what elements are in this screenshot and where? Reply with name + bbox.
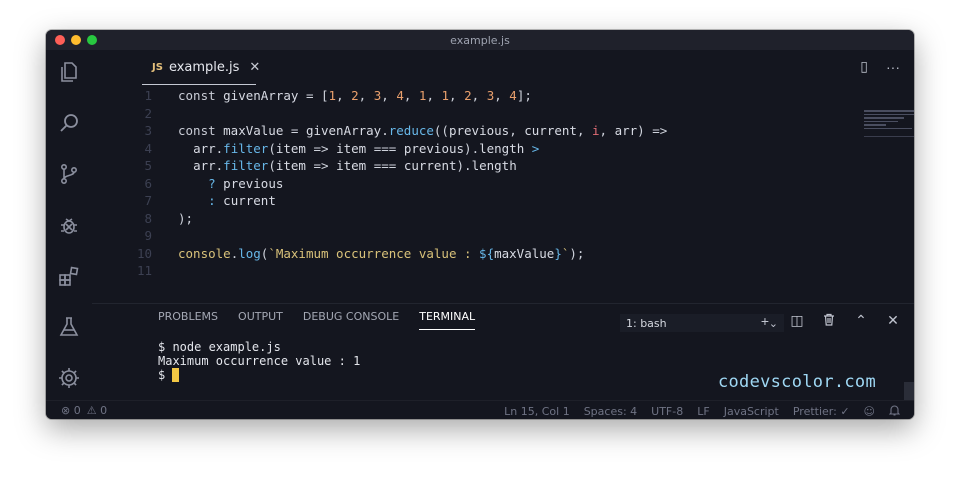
warning-icon: ⚠ xyxy=(86,404,97,417)
maximize-panel-icon[interactable]: ⌃ xyxy=(854,312,868,329)
line-number: 4 xyxy=(144,140,152,156)
minimap-ruler xyxy=(864,136,914,137)
line-number: 8 xyxy=(144,210,152,226)
tab-actions: ▯ ··· xyxy=(860,58,900,75)
code-line: 6 ? previous xyxy=(92,175,872,193)
terminal-output[interactable]: $ node example.js Maximum occurrence val… xyxy=(158,340,360,382)
terminal-cursor xyxy=(172,368,180,382)
split-editor-icon[interactable]: ▯ xyxy=(860,58,868,75)
tab-example-js[interactable]: JS example.js ✕ xyxy=(142,50,260,85)
new-terminal-icon[interactable]: + xyxy=(758,313,772,329)
code-line: 4 arr.filter(item => item === previous).… xyxy=(92,140,872,158)
panel-tabs: PROBLEMS OUTPUT DEBUG CONSOLE TERMINAL xyxy=(158,310,476,330)
language-mode[interactable]: JavaScript xyxy=(724,405,779,418)
code-line: 10 console.log(`Maximum occurrence value … xyxy=(92,245,872,263)
settings-gear-icon[interactable] xyxy=(57,366,81,390)
search-icon[interactable] xyxy=(57,111,81,135)
status-bar: ⊗ 0 ⚠ 0 Ln 15, Col 1 Spaces: 4 UTF-8 LF … xyxy=(46,400,914,419)
maximize-window-button[interactable] xyxy=(87,35,97,45)
end-of-line[interactable]: LF xyxy=(697,405,709,418)
problems-summary[interactable]: ⊗ 0 ⚠ 0 xyxy=(61,404,107,417)
debug-icon[interactable] xyxy=(57,213,81,237)
tab-debug-console[interactable]: DEBUG CONSOLE xyxy=(303,310,399,330)
notifications-bell-icon[interactable] xyxy=(888,404,901,419)
extensions-icon[interactable] xyxy=(57,264,81,288)
terminal-line: $ node example.js xyxy=(158,340,281,354)
line-number: 2 xyxy=(144,105,152,121)
activity-bar xyxy=(46,50,92,400)
encoding[interactable]: UTF-8 xyxy=(651,405,683,418)
javascript-file-icon: JS xyxy=(152,61,163,73)
editor-window: example.js JS example.js ✕ ▯ ··· 1 const… xyxy=(46,30,914,419)
status-items: Ln 15, Col 1 Spaces: 4 UTF-8 LF JavaScri… xyxy=(504,404,901,419)
trash-icon[interactable] xyxy=(822,313,836,329)
code-text: console.log(`Maximum occurrence value : … xyxy=(178,245,585,261)
code-line: 5 arr.filter(item => item === current).l… xyxy=(92,157,872,175)
prettier-status[interactable]: Prettier: ✓ xyxy=(793,405,850,418)
code-text: arr.filter(item => item === previous).le… xyxy=(193,140,540,156)
close-window-button[interactable] xyxy=(55,35,65,45)
code-line: 3 const maxValue = givenArray.reduce((pre… xyxy=(92,122,872,140)
code-text: ? previous xyxy=(208,175,284,191)
tab-terminal[interactable]: TERMINAL xyxy=(419,310,476,330)
editor-tab-bar: JS example.js ✕ ▯ ··· xyxy=(92,50,914,85)
code-line: 2 xyxy=(92,105,872,123)
line-number: 3 xyxy=(144,123,152,138)
terminal-panel: PROBLEMS OUTPUT DEBUG CONSOLE TERMINAL 1… xyxy=(92,303,914,419)
tab-problems[interactable]: PROBLEMS xyxy=(158,310,218,330)
code-text: arr.filter(item => item === current).len… xyxy=(193,158,517,173)
window-title: example.js xyxy=(450,33,510,47)
explorer-icon[interactable] xyxy=(57,60,81,84)
split-terminal-icon[interactable]: ◫ xyxy=(790,312,804,329)
feedback-smiley-icon[interactable]: ☺ xyxy=(864,405,875,418)
title-bar: example.js xyxy=(46,30,914,50)
minimap[interactable] xyxy=(864,110,914,150)
testing-flask-icon[interactable] xyxy=(57,315,81,339)
watermark: codevscolor.com xyxy=(717,372,876,392)
indentation[interactable]: Spaces: 4 xyxy=(584,405,637,418)
terminal-prompt-line: $ xyxy=(158,368,360,382)
window-controls xyxy=(55,35,97,45)
code-text: const givenArray = [1, 2, 3, 4, 1, 1, 2,… xyxy=(178,88,532,103)
more-actions-icon[interactable]: ··· xyxy=(886,59,900,75)
line-number: 7 xyxy=(144,193,152,208)
code-line: 9 xyxy=(92,227,872,245)
code-text: ); xyxy=(178,210,194,226)
terminal-line: Maximum occurrence value : 1 xyxy=(158,354,361,368)
error-icon: ⊗ xyxy=(61,404,71,417)
code-line: 7 : current xyxy=(92,192,872,210)
tab-close-icon[interactable]: ✕ xyxy=(249,59,260,75)
line-number: 10 xyxy=(136,245,152,261)
tab-output[interactable]: OUTPUT xyxy=(238,310,283,330)
tab-label: example.js xyxy=(168,59,240,75)
terminal-selector-value: 1: bash xyxy=(626,316,667,330)
line-number: 9 xyxy=(144,228,152,243)
panel-actions: + ◫ ⌃ ✕ xyxy=(758,312,900,329)
code-line: 8); xyxy=(92,210,872,228)
warnings-count: ⚠ 0 xyxy=(86,404,108,417)
terminal-prompt: $ xyxy=(158,368,173,382)
cursor-position[interactable]: Ln 15, Col 1 xyxy=(504,405,570,418)
minimize-window-button[interactable] xyxy=(71,35,81,45)
line-number: 1 xyxy=(144,88,152,103)
code-line: 1 const givenArray = [1, 2, 3, 4, 1, 1, 2… xyxy=(92,87,872,105)
line-number: 5 xyxy=(144,158,152,173)
code-line: 11 xyxy=(92,262,872,280)
line-number: 11 xyxy=(136,263,152,278)
close-panel-icon[interactable]: ✕ xyxy=(886,312,900,329)
line-number: 6 xyxy=(144,175,152,191)
source-control-icon[interactable] xyxy=(57,162,81,186)
errors-count: ⊗ 0 xyxy=(61,404,81,417)
code-text: : current xyxy=(208,193,276,208)
code-editor[interactable]: 1 const givenArray = [1, 2, 3, 4, 1, 1, 2… xyxy=(92,85,902,303)
code-text: const maxValue = givenArray.reduce((prev… xyxy=(178,123,668,138)
